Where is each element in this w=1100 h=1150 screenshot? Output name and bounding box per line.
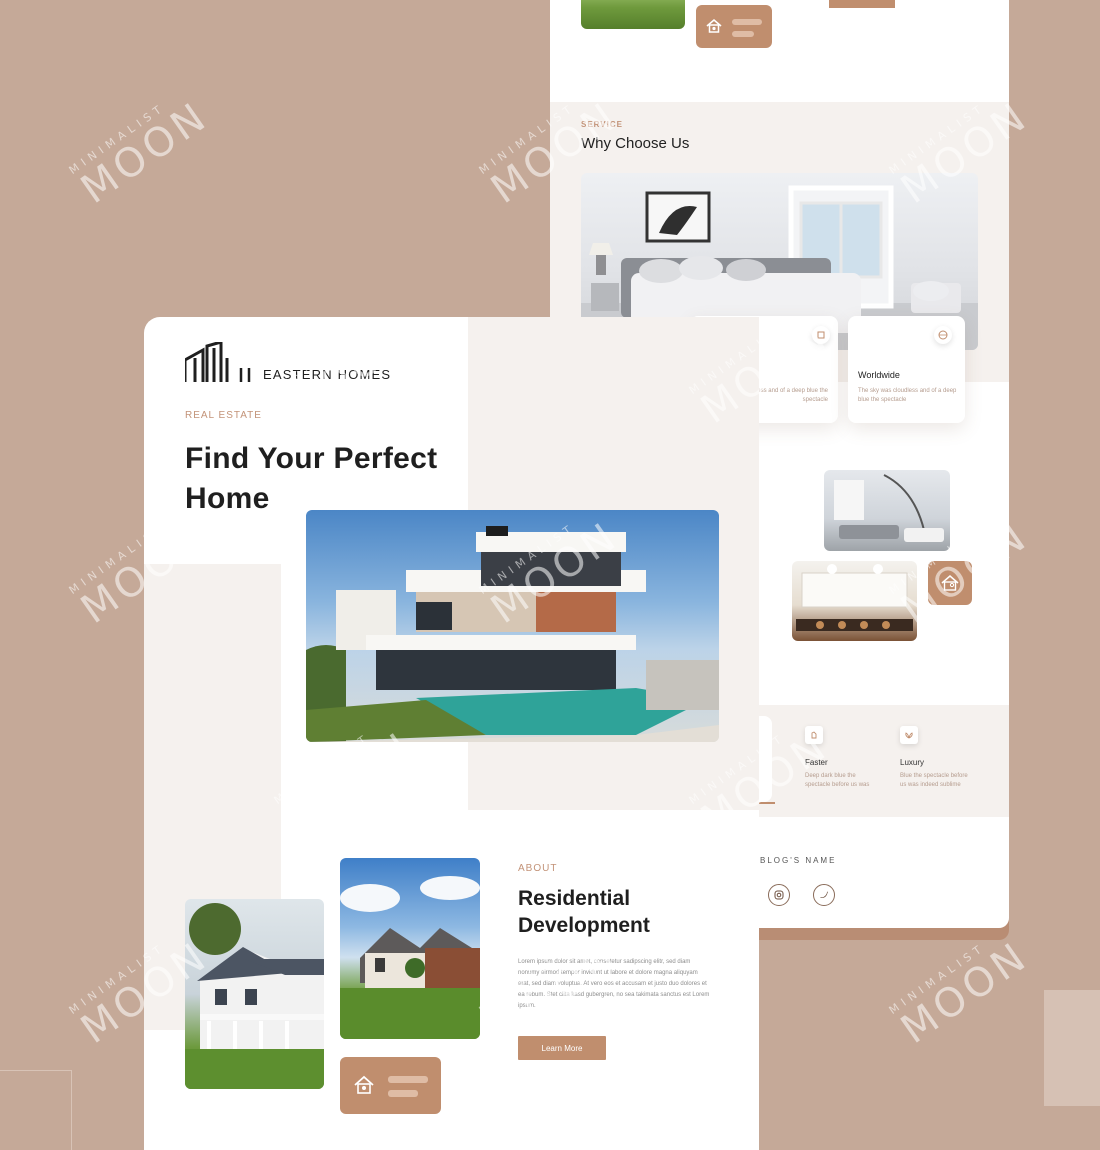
deco-block (1044, 990, 1100, 1106)
card-text-worldwide: The sky was cloudless and of a deep blue… (858, 388, 957, 403)
hand-icon (805, 726, 823, 744)
card-title-worldwide: Worldwide (858, 370, 900, 380)
home-person-icon (941, 575, 959, 591)
feature-text-luxury: Blue the spectacle before us was indeed … (900, 773, 968, 788)
about-paragraph: Lorem ipsum dolor sit amet, consetetur s… (518, 959, 710, 1009)
watermark: MINIMALIST MOON (66, 93, 217, 213)
twitter-icon[interactable] (813, 884, 835, 906)
kitchen-photo (792, 561, 917, 641)
award-icon (812, 326, 830, 344)
home-badge-tile[interactable] (696, 5, 772, 48)
globe-icon (934, 326, 952, 344)
about-home-tile[interactable] (340, 1057, 441, 1114)
gallery-home-tile[interactable] (928, 561, 972, 605)
watermark: MINIMALIST MOON (886, 933, 1037, 1053)
feature-text-faster: Deep dark blue the spectacle before us w… (805, 773, 870, 788)
brick-house-photo (340, 858, 480, 1039)
front-page: EASTERN HOMES REAL ESTATE Find Your Perf… (144, 317, 759, 1150)
hero-villa-photo (306, 510, 719, 742)
hero-title-line2: Home (185, 482, 270, 515)
living-room-photo (824, 470, 950, 551)
about-title-line2: Development (518, 914, 650, 937)
about-kicker: ABOUT (518, 863, 558, 874)
learn-more-button[interactable]: Learn More (518, 1036, 606, 1060)
why-choose-title: Why Choose Us (581, 135, 690, 152)
top-button-edge[interactable] (829, 0, 895, 8)
feature-title-luxury: Luxury (900, 758, 925, 767)
lawn-photo (581, 0, 685, 29)
building-logo-icon (185, 342, 251, 382)
deco-frame (0, 1070, 72, 1150)
colonial-house-photo (185, 899, 324, 1089)
service-card-worldwide[interactable]: Worldwide The sky was cloudless and of a… (848, 316, 965, 423)
lotus-icon (900, 726, 918, 744)
hero-kicker: REAL ESTATE (185, 410, 262, 421)
instagram-icon[interactable] (768, 884, 790, 906)
hero-title-line1: Find Your Perfect (185, 442, 438, 475)
service-label: SERVICE (581, 120, 623, 129)
about-title-line1: Residential (518, 887, 631, 910)
brand-name[interactable]: EASTERN HOMES (263, 367, 391, 382)
blog-name: BLOG'S NAME (760, 856, 837, 865)
feature-title-faster: Faster (805, 758, 828, 767)
home-icon (354, 1075, 374, 1094)
home-icon (706, 18, 722, 33)
